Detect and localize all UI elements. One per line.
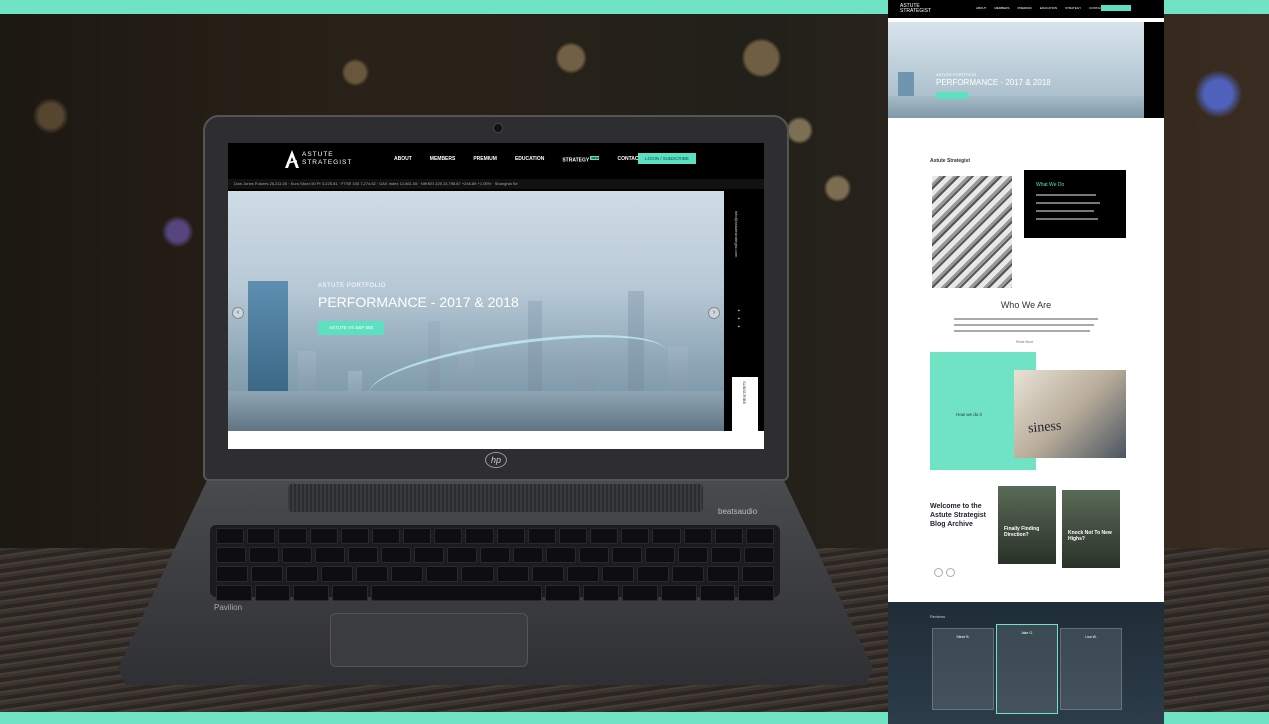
hero-title: PERFORMANCE - 2017 & 2018 xyxy=(318,294,519,310)
nav-education[interactable]: EDUCATION xyxy=(515,156,544,164)
preview-nav-strategy[interactable]: STRATEGY xyxy=(1065,6,1081,10)
prev-arrow-icon[interactable]: ‹ xyxy=(232,307,244,319)
nav-members[interactable]: MEMBERS xyxy=(430,156,456,164)
new-badge: NEW xyxy=(590,156,600,160)
preview-logo-line-2: STRATEGIST xyxy=(900,8,932,14)
preview-nav-education[interactable]: EDUCATION xyxy=(1040,6,1057,10)
astute-logo-icon[interactable] xyxy=(284,149,300,169)
preview-hero-button[interactable] xyxy=(936,92,968,99)
preview-nav-about[interactable]: ABOUT xyxy=(976,6,986,10)
subscribe-tab-label: SUBSCRIBE xyxy=(742,381,747,405)
page-strip xyxy=(228,431,764,449)
facebook-icon[interactable]: ▪ xyxy=(738,323,740,331)
text-line xyxy=(1036,218,1098,220)
hero-cta-button[interactable]: ASTUTE VS S&P 500 xyxy=(318,321,384,335)
nav-strategy-label: STRATEGY xyxy=(562,157,590,164)
keyboard xyxy=(210,525,780,601)
blog-card[interactable]: Finally Finding Direction? xyxy=(998,486,1056,564)
reviews-title: Reviews xyxy=(930,614,946,619)
carousel-dots xyxy=(934,568,955,577)
blog-archive-title: Welcome to the Astute Strategist Blog Ar… xyxy=(930,503,987,528)
reviewer-name: Lisa W. xyxy=(1085,635,1097,639)
nav-menu: ABOUT MEMBERS PREMIUM EDUCATION STRATEGY… xyxy=(394,156,642,164)
business-image: siness xyxy=(1014,370,1126,458)
touchpad xyxy=(330,613,528,667)
blog-card-title: Knock Not To New Highs? xyxy=(1068,530,1112,542)
how-we-do-it-title: How we do it xyxy=(956,412,982,417)
text-line xyxy=(954,330,1090,332)
webcam xyxy=(493,123,503,133)
hero-banner: ASTUTE PORTFOLIO PERFORMANCE - 2017 & 20… xyxy=(228,191,724,431)
preview-navbar: ASTUTE STRATEGIST ABOUT MEMBERS PREMIUM … xyxy=(888,0,1164,18)
speaker-grille xyxy=(288,484,703,512)
social-icons: ▪ ▪ ▪ xyxy=(738,307,740,331)
blog-card-title: Finally Finding Direction? xyxy=(1004,526,1040,538)
newspaper-word: siness xyxy=(1027,418,1062,437)
next-dot-icon[interactable] xyxy=(946,568,955,577)
preview-sidebar xyxy=(1144,22,1164,118)
hp-logo-icon: hp xyxy=(485,452,507,468)
right-sidebar: info@astutestrategist.com ▪ ▪ ▪ SUBSCRIB… xyxy=(724,191,764,431)
text-line xyxy=(1036,194,1096,196)
review-card[interactable]: Jake G. xyxy=(996,624,1058,714)
logo-line-1: ASTUTE xyxy=(302,151,334,158)
laptop-lid: ASTUTE STRATEGIST ABOUT MEMBERS PREMIUM … xyxy=(203,115,789,481)
sidebar-email[interactable]: info@astutestrategist.com xyxy=(734,211,739,257)
text-line xyxy=(1036,202,1100,204)
nav-strategy[interactable]: STRATEGY NEW xyxy=(562,156,600,164)
what-we-do-box: What We Do xyxy=(1024,170,1126,238)
read-more-link[interactable]: Read More xyxy=(1016,340,1033,344)
reviewer-name: Jake G. xyxy=(1020,631,1034,635)
site-navbar: ASTUTE STRATEGIST ABOUT MEMBERS PREMIUM … xyxy=(228,143,764,177)
preview-hero: ASTUTE PORTFOLIO PERFORMANCE - 2017 & 20… xyxy=(888,22,1164,118)
preview-city xyxy=(888,96,1164,118)
logo-line-2: STRATEGIST xyxy=(302,159,353,166)
twitter-icon[interactable]: ▪ xyxy=(738,315,740,323)
text-line xyxy=(954,318,1098,320)
text-line xyxy=(1036,210,1094,212)
reviews-section: Reviews Steve B. Jake G. Lisa W. xyxy=(888,602,1164,724)
prev-dot-icon[interactable] xyxy=(934,568,943,577)
site-logo-text[interactable]: ASTUTE STRATEGIST xyxy=(302,151,352,167)
who-we-are-title: Who We Are xyxy=(1000,300,1052,310)
login-subscribe-button[interactable]: LOGIN / SUBSCRIBE xyxy=(638,153,696,164)
laptop-screen: ASTUTE STRATEGIST ABOUT MEMBERS PREMIUM … xyxy=(228,143,764,449)
linkedin-icon[interactable]: ▪ xyxy=(738,307,740,315)
subscribe-tab[interactable]: SUBSCRIBE xyxy=(732,377,758,431)
preview-nav-menu: ABOUT MEMBERS PREMIUM EDUCATION STRATEGY… xyxy=(976,6,1103,10)
preview-login-button[interactable] xyxy=(1101,5,1131,11)
preview-nav-members[interactable]: MEMBERS xyxy=(994,6,1009,10)
hero-subtitle: ASTUTE PORTFOLIO xyxy=(318,283,386,289)
reviewer-name: Steve B. xyxy=(956,635,970,639)
market-ticker: Dow Jones Futures 26,211.00 · Euro Stoxx… xyxy=(228,179,764,189)
preview-section-label: Astute Strategist xyxy=(930,158,971,164)
website-fullpage-preview: ASTUTE STRATEGIST ABOUT MEMBERS PREMIUM … xyxy=(888,0,1164,724)
laptop-base: beatsaudio Pavilion xyxy=(118,477,873,685)
review-card[interactable]: Lisa W. xyxy=(1060,628,1122,710)
preview-hero-subtitle: ASTUTE PORTFOLIO xyxy=(936,72,976,77)
blog-card[interactable]: Knock Not To New Highs? xyxy=(1062,490,1120,568)
next-arrow-icon[interactable]: › xyxy=(708,307,720,319)
architecture-image xyxy=(932,176,1012,288)
preview-logo[interactable]: ASTUTE STRATEGIST xyxy=(900,4,931,14)
model-label: Pavilion xyxy=(214,603,243,612)
text-line xyxy=(954,324,1094,326)
review-card[interactable]: Steve B. xyxy=(932,628,994,710)
what-we-do-title: What We Do xyxy=(1036,182,1065,188)
preview-hero-title: PERFORMANCE - 2017 & 2018 xyxy=(936,78,1051,87)
preview-nav-premium[interactable]: PREMIUM xyxy=(1018,6,1032,10)
audio-badge: beatsaudio xyxy=(718,507,758,516)
nav-about[interactable]: ABOUT xyxy=(394,156,412,164)
nav-premium[interactable]: PREMIUM xyxy=(473,156,497,164)
